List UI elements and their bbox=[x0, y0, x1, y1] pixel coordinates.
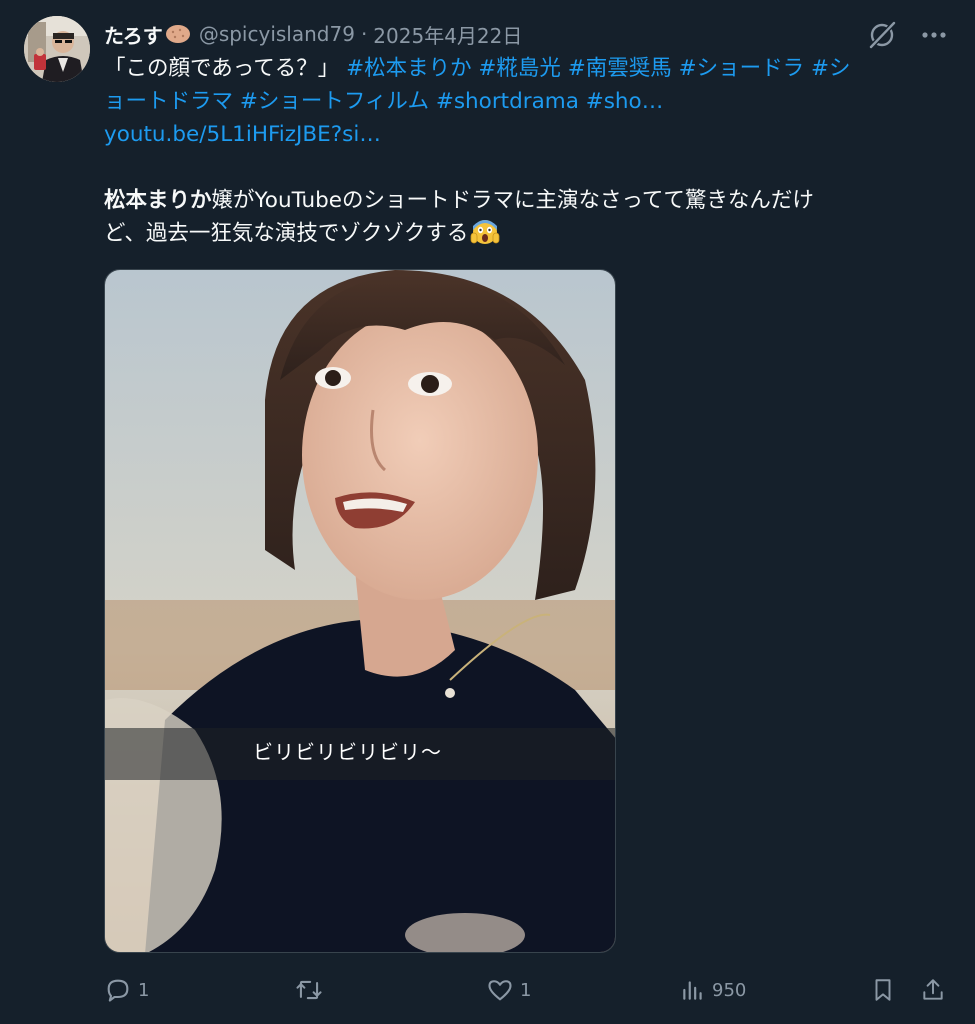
post: たろす @spicyisland79 · 2025年4月22日 「この顔であって… bbox=[0, 0, 975, 1024]
views-icon bbox=[680, 977, 706, 1003]
repost-button[interactable] bbox=[294, 972, 330, 1008]
bookmark-button[interactable] bbox=[870, 972, 896, 1008]
separator: · bbox=[360, 22, 368, 46]
reply-button[interactable]: 1 bbox=[104, 972, 149, 1008]
bookmark-icon bbox=[870, 976, 896, 1004]
video-still-image bbox=[105, 270, 615, 952]
youtube-link[interactable]: youtu.be/5L1iHFizJBE?si… bbox=[104, 122, 381, 147]
post-date[interactable]: 2025年4月22日 bbox=[373, 20, 522, 49]
share-icon bbox=[920, 976, 946, 1004]
heart-icon bbox=[486, 976, 514, 1004]
text-line-3: youtu.be/5L1iHFizJBE?si… bbox=[104, 118, 944, 151]
hashtag-links-1[interactable]: #松本まりか #糀島光 #南雲奨馬 #ショードラ #シ bbox=[346, 56, 850, 81]
media-image[interactable]: ビリビリビリビリ〜 bbox=[104, 269, 616, 953]
views-count: 950 bbox=[712, 979, 747, 1001]
action-bar: 1 1 950 bbox=[104, 972, 954, 1008]
reply-count: 1 bbox=[138, 979, 150, 1001]
views-button[interactable]: 950 bbox=[680, 972, 746, 1008]
text-line-4: 松本まりか嬢がYouTubeのショートドラマに主演なさってて驚きなんだけ bbox=[104, 184, 944, 217]
header-actions bbox=[865, 18, 951, 52]
display-name[interactable]: たろす bbox=[104, 20, 163, 49]
paragraph-text-1: 嬢がYouTubeのショートドラマに主演なさってて驚きなんだけ bbox=[211, 188, 814, 213]
post-text: 「この顔であってる？」 #松本まりか #糀島光 #南雲奨馬 #ショードラ #シ … bbox=[104, 52, 944, 250]
handle[interactable]: @spicyisland79 bbox=[199, 22, 355, 46]
like-count: 1 bbox=[520, 979, 532, 1001]
post-quote: 「この顔であってる？」 bbox=[104, 56, 340, 81]
share-button[interactable] bbox=[920, 972, 946, 1008]
like-button[interactable]: 1 bbox=[486, 972, 531, 1008]
paragraph-text-2: ど、過去一狂気な演技でゾクゾクする bbox=[104, 221, 469, 246]
avatar[interactable] bbox=[24, 16, 90, 82]
avatar-image bbox=[24, 16, 90, 82]
scream-emoji-icon bbox=[470, 218, 500, 246]
grok-icon[interactable] bbox=[865, 18, 899, 52]
reply-icon bbox=[104, 976, 132, 1004]
potato-emoji-icon bbox=[165, 23, 191, 45]
hashtag-links-2[interactable]: ョートドラマ #ショートフィルム #shortdrama #sho… bbox=[104, 89, 663, 114]
post-header: たろす @spicyisland79 · 2025年4月22日 bbox=[104, 14, 951, 54]
text-line-2: ョートドラマ #ショートフィルム #shortdrama #sho… bbox=[104, 85, 944, 118]
text-line-1: 「この顔であってる？」 #松本まりか #糀島光 #南雲奨馬 #ショードラ #シ bbox=[104, 52, 944, 85]
more-icon[interactable] bbox=[917, 18, 951, 52]
text-line-5: ど、過去一狂気な演技でゾクゾクする bbox=[104, 217, 944, 250]
bold-name: 松本まりか bbox=[104, 188, 212, 213]
video-subtitle: ビリビリビリビリ〜 bbox=[253, 740, 442, 764]
repost-icon bbox=[294, 976, 324, 1004]
